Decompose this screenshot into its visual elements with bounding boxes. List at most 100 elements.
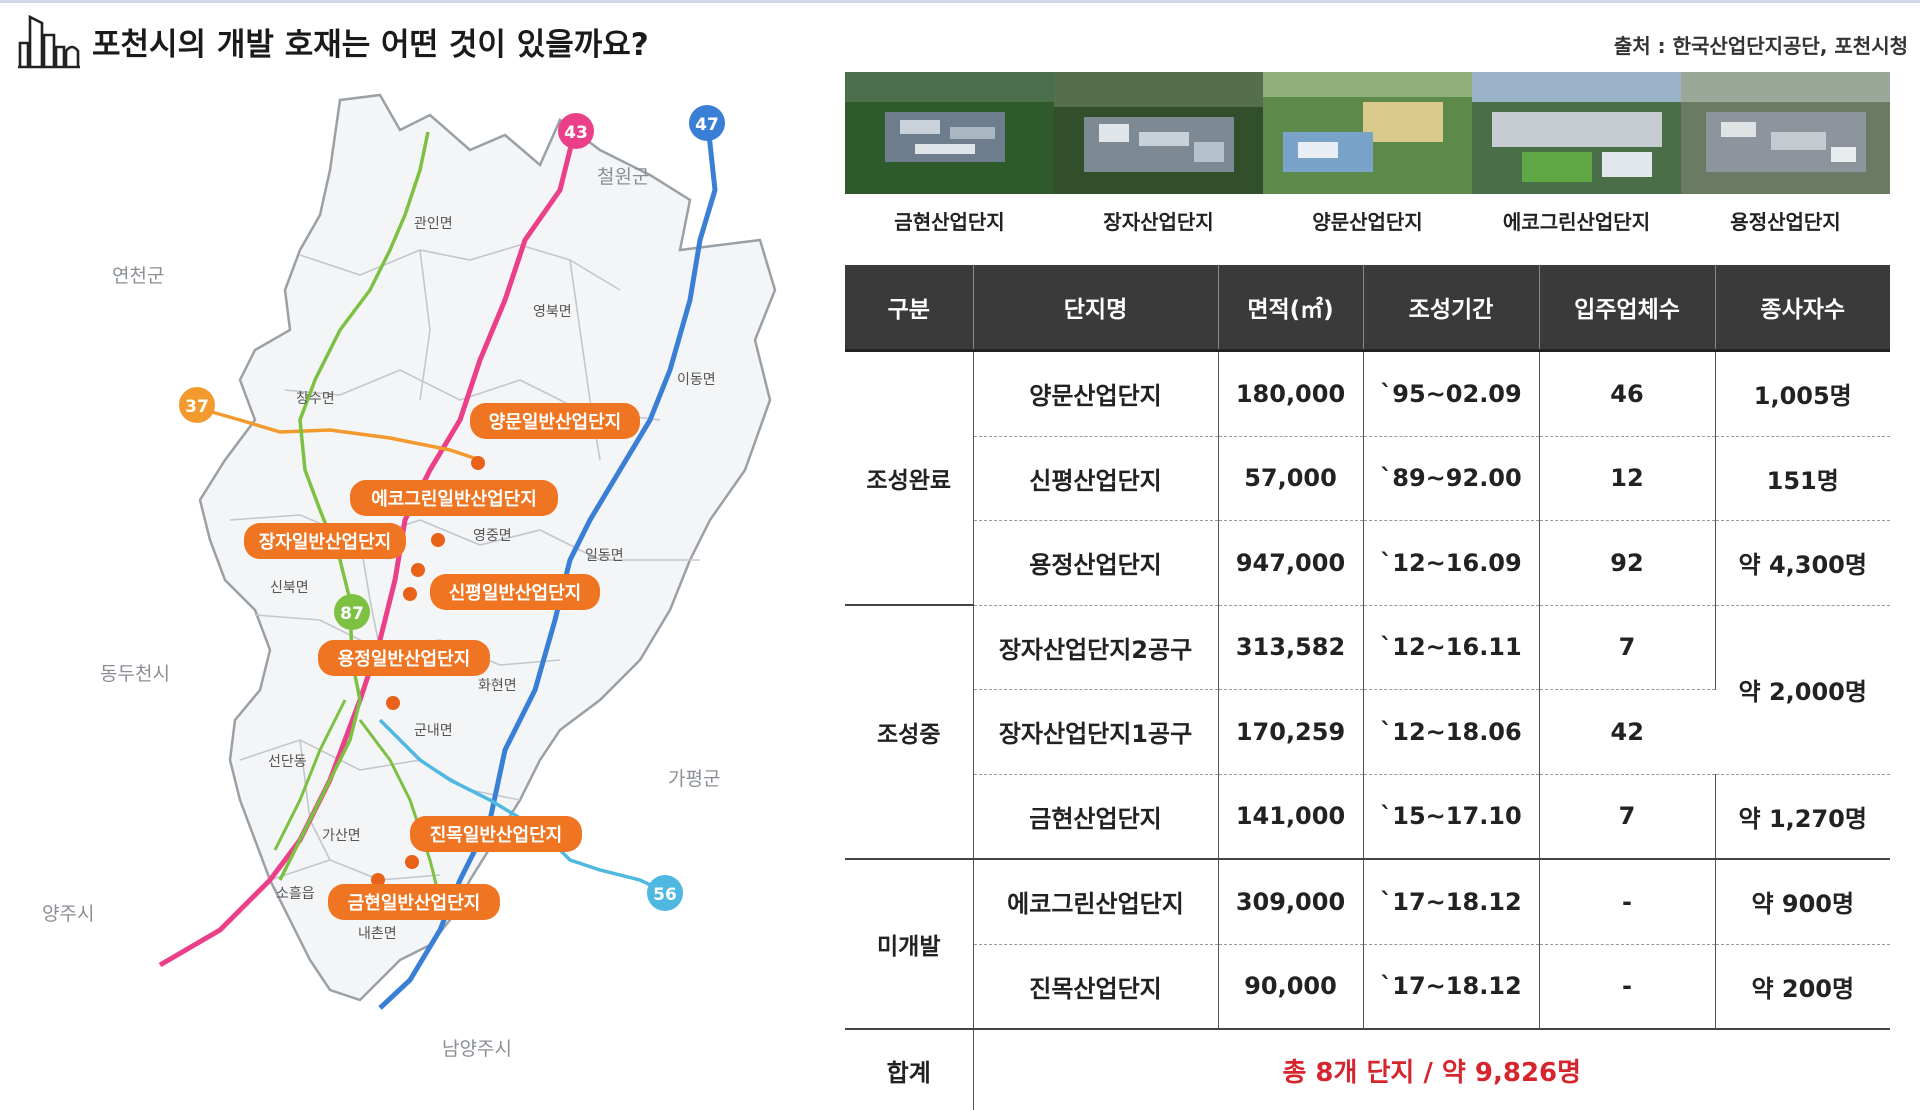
photo-caption: 에코그린산업단지 [1502, 210, 1651, 234]
town-label: 소흘읍 [276, 886, 315, 902]
cell-companies: 7 [1539, 774, 1716, 860]
svg-text:47: 47 [695, 115, 719, 135]
photo-caption: 용정산업단지 [1730, 210, 1841, 234]
marker-yongjeong [386, 696, 400, 710]
table-header-row: 구분 단지명 면적(㎡) 조성기간 입주업체수 종사자수 [845, 265, 1890, 352]
town-label: 화현면 [478, 678, 517, 694]
photo-card: 양문산업단지 [1263, 72, 1472, 242]
table-row: 조성완료 양문산업단지 180,000 `95~02.09 46 1,005명 [845, 350, 1890, 606]
cell-workers: 151명 [1715, 436, 1890, 521]
cell-workers: 1,005명 [1715, 350, 1890, 437]
cell-workers: 약 1,270명 [1715, 774, 1890, 860]
marker-ecogreen [431, 533, 445, 547]
table-row: 진목산업단지 90,000 `17~18.12 - 약 200명 [845, 944, 1890, 1030]
cell-area: 90,000 [1218, 944, 1364, 1030]
map-canvas: 43 47 37 87 56 연천군 철원군 동두천시 가평군 양주시 남양주시 [42, 93, 777, 1060]
complex-label-sinpyeong: 신평일반산업단지 [430, 574, 600, 610]
city-buildings-icon [18, 14, 80, 69]
cell-name: 장자산업단지1공구 [973, 689, 1219, 775]
cell-companies: - [1539, 944, 1716, 1030]
aerial-photo [1472, 72, 1681, 194]
column-header: 종사자수 [1715, 265, 1890, 352]
cell-workers: 약 2,000명 [1715, 605, 1890, 775]
pocheon-map: 43 47 37 87 56 연천군 철원군 동두천시 가평군 양주시 남양주시 [0, 82, 820, 1089]
town-label: 영북면 [533, 304, 572, 320]
svg-text:진목일반산업단지: 진목일반산업단지 [430, 825, 562, 846]
cell-companies: 42 [1539, 689, 1715, 775]
route-badge-43: 43 [558, 113, 594, 149]
svg-text:장자일반산업단지: 장자일반산업단지 [259, 532, 391, 553]
top-divider [0, 0, 1920, 3]
svg-text:43: 43 [564, 123, 588, 143]
cell-name: 신평산업단지 [973, 436, 1219, 521]
town-label: 군내면 [414, 723, 453, 739]
marker-jangja [411, 563, 425, 577]
cell-workers: 약 200명 [1715, 944, 1890, 1030]
column-header: 단지명 [973, 265, 1219, 352]
cell-name: 금현산업단지 [973, 774, 1219, 860]
route-badge-47: 47 [689, 105, 725, 141]
cell-name: 양문산업단지 [973, 350, 1219, 437]
town-label: 이동면 [677, 372, 716, 388]
town-label: 가산면 [322, 828, 361, 844]
cell-period: `12~18.06 [1363, 689, 1540, 775]
photo-card: 용정산업단지 [1681, 72, 1890, 242]
complex-label-yangmun: 양문일반산업단지 [470, 403, 640, 439]
cell-area: 313,582 [1218, 605, 1364, 690]
cell-period: `95~02.09 [1363, 350, 1540, 437]
cell-name: 진목산업단지 [973, 944, 1219, 1030]
cell-companies: - [1539, 859, 1716, 945]
cell-area: 309,000 [1218, 859, 1364, 945]
photo-card: 에코그린산업단지 [1472, 72, 1681, 242]
cell-name: 에코그린산업단지 [973, 859, 1219, 945]
cell-period: `15~17.10 [1363, 774, 1540, 860]
complex-label-geumhyeon: 금현일반산업단지 [328, 884, 500, 920]
neighbor-label: 연천군 [112, 265, 164, 287]
total-label: 합계 [845, 1029, 974, 1110]
town-label: 신북면 [270, 580, 309, 596]
complex-label-jangja: 장자일반산업단지 [244, 523, 406, 559]
svg-text:금현일반산업단지: 금현일반산업단지 [348, 893, 480, 914]
total-value: 총 8개 단지 / 약 9,826명 [1282, 1057, 1582, 1088]
cell-period: `17~18.12 [1363, 944, 1540, 1030]
industrial-complex-table: 구분 단지명 면적(㎡) 조성기간 입주업체수 종사자수 조성완료 양문산업단지… [845, 265, 1890, 1110]
town-label: 선단동 [268, 754, 307, 770]
column-header: 구분 [845, 265, 974, 352]
page-title: 포천시의 개발 호재는 어떤 것이 있을까요? [92, 26, 649, 63]
neighbor-label: 가평군 [668, 768, 720, 790]
column-header: 조성기간 [1363, 265, 1540, 352]
complex-photo-strip: 금현산업단지 장자산업단지 양문산업단지 에코그린산업단지 용정산업단지 [845, 72, 1890, 242]
cell-area: 141,000 [1218, 774, 1364, 860]
cell-companies: 46 [1539, 350, 1716, 437]
neighbor-label: 남양주시 [442, 1038, 512, 1060]
cell-area: 180,000 [1218, 350, 1364, 437]
cell-workers: 약 900명 [1715, 859, 1890, 945]
source-note: 출처 : 한국산업단지공단, 포천시청 [1613, 34, 1908, 58]
photo-caption: 금현산업단지 [894, 210, 1005, 234]
svg-text:56: 56 [653, 885, 677, 905]
table-row: 신평산업단지 57,000 `89~92.00 12 151명 [845, 436, 1890, 521]
table-row: 용정산업단지 947,000 `12~16.09 92 약 4,300명 [845, 520, 1890, 606]
svg-text:양문일반산업단지: 양문일반산업단지 [489, 412, 621, 433]
cell-period: `12~16.09 [1363, 520, 1540, 606]
group-cell: 조성완료 [845, 350, 974, 606]
cell-workers: 약 4,300명 [1715, 520, 1890, 606]
neighbor-label: 동두천시 [100, 663, 170, 685]
svg-text:신평일반산업단지: 신평일반산업단지 [449, 583, 581, 604]
cell-name: 장자산업단지2공구 [973, 605, 1219, 690]
cell-period: `17~18.12 [1363, 859, 1540, 945]
cell-area: 170,259 [1218, 689, 1364, 775]
cell-period: `12~16.11 [1363, 605, 1540, 690]
photo-card: 장자산업단지 [1054, 72, 1263, 242]
aerial-photo [845, 72, 1054, 194]
page-header: 포천시의 개발 호재는 어떤 것이 있을까요? [18, 10, 649, 72]
group-cell: 미개발 [845, 859, 974, 1030]
complex-label-yongjeong: 용정일반산업단지 [318, 640, 490, 676]
table-row: 금현산업단지 141,000 `15~17.10 7 약 1,270명 [845, 774, 1890, 860]
svg-text:용정일반산업단지: 용정일반산업단지 [338, 649, 470, 670]
marker-sinpyeong [403, 587, 417, 601]
aerial-photo [1054, 72, 1263, 194]
town-label: 내촌면 [358, 926, 397, 942]
group-cell: 조성중 [845, 605, 974, 860]
svg-text:에코그린일반산업단지: 에코그린일반산업단지 [371, 489, 537, 510]
